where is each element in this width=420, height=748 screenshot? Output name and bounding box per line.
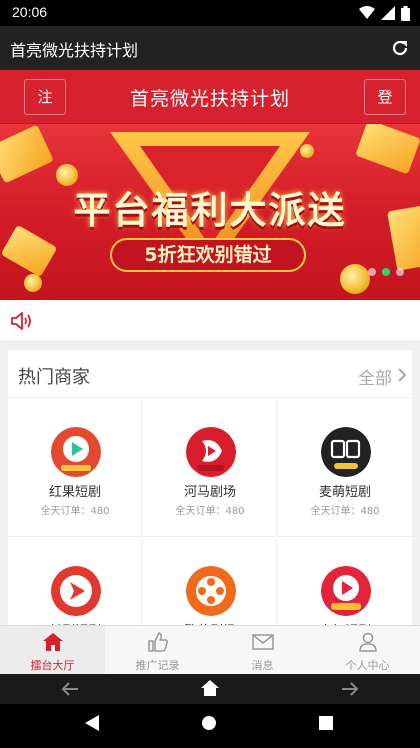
- thumbs-up-icon: [147, 632, 168, 652]
- merchant-name: 河马剧场: [183, 485, 236, 500]
- bottom-tab-bar: 擂台大厅 推广记录 消息 个人中心: [0, 625, 420, 674]
- signal-icon: [381, 6, 395, 20]
- battery-icon: [401, 5, 410, 21]
- play-icon: [51, 427, 101, 477]
- mail-icon: [251, 634, 274, 650]
- free-play-icon: [321, 566, 371, 616]
- banner-coin: [340, 264, 370, 294]
- reload-icon[interactable]: [390, 38, 410, 58]
- person-icon: [358, 632, 377, 652]
- page-title: 首亮微光扶持计划: [129, 88, 290, 110]
- banner-dot[interactable]: [368, 268, 376, 276]
- banner-coin: [24, 274, 42, 292]
- browser-home-icon[interactable]: [200, 679, 220, 697]
- banner-pager: [368, 268, 404, 276]
- merchant-name: 麦萌短剧: [318, 485, 371, 500]
- browser-forward-icon[interactable]: [340, 680, 360, 698]
- hippo-icon: [186, 427, 236, 477]
- status-icons: [359, 4, 410, 22]
- back-icon[interactable]: [84, 714, 100, 732]
- section-title: 热门商家: [18, 367, 90, 388]
- browser-back-icon[interactable]: [60, 680, 80, 698]
- wifi-icon: [359, 6, 375, 19]
- speaker-icon: [11, 312, 31, 330]
- merchant-orders: 全天订单：480: [40, 506, 110, 517]
- status-bar: 20:06: [0, 0, 420, 26]
- tab-label: 擂台大厅: [30, 659, 75, 672]
- browser-bar: 首亮微光扶持计划: [0, 26, 420, 70]
- banner-dot[interactable]: [396, 268, 404, 276]
- notice-bar: [0, 300, 420, 342]
- film-reel-icon: [186, 566, 236, 616]
- banner-dot-active[interactable]: [382, 268, 390, 276]
- recents-icon[interactable]: [319, 716, 333, 730]
- browser-title: 首亮微光扶持计划: [10, 41, 139, 60]
- banner-subline: 5折狂欢别错过: [110, 238, 306, 272]
- tab-promotion-records[interactable]: 推广记录: [105, 626, 210, 674]
- merchant-orders: 全天订单：480: [310, 506, 380, 517]
- merchant-card[interactable]: 红果短剧 全天订单：480: [8, 399, 142, 537]
- login-button[interactable]: 登录: [364, 79, 406, 140]
- view-all-link[interactable]: 全部: [358, 364, 392, 389]
- tab-arena-hall[interactable]: 擂台大厅: [0, 626, 105, 674]
- app-header: 注册 首亮微光扶持计划 登录: [0, 70, 420, 140]
- banner-coin: [300, 144, 314, 158]
- chevron-right-icon[interactable]: [396, 367, 408, 383]
- home-button-icon[interactable]: [201, 715, 217, 731]
- promo-banner[interactable]: 平台福利大派送 5折狂欢别错过: [0, 124, 420, 300]
- hot-merchants-header: 热门商家 全部: [8, 350, 412, 398]
- banner-headline: 平台福利大派送: [73, 189, 347, 232]
- merchant-card[interactable]: 麦萌短剧 全天订单：480: [278, 399, 412, 537]
- tab-profile[interactable]: 个人中心: [315, 626, 420, 674]
- system-nav-bar: [0, 674, 420, 748]
- merchant-name: 红果短剧: [48, 485, 101, 500]
- banner-bill: [355, 124, 420, 175]
- browser-nav-row: [0, 674, 420, 704]
- tab-label: 个人中心: [345, 659, 390, 672]
- tab-label: 消息: [251, 659, 274, 672]
- banner-bill: [0, 124, 54, 184]
- duanju-icon: [321, 427, 371, 477]
- merchant-orders: 全天订单：480: [175, 506, 245, 517]
- merchant-card[interactable]: 河马剧场 全天订单：480: [143, 399, 277, 537]
- tab-messages[interactable]: 消息: [210, 626, 315, 674]
- tab-label: 推广记录: [135, 659, 180, 672]
- status-time: 20:06: [12, 4, 48, 20]
- home-icon: [42, 633, 63, 651]
- app-frame: 注册 首亮微光扶持计划 登录 平台福利大派送 5折狂欢别错过 热门商家: [0, 70, 420, 674]
- play-arrow-icon: [51, 566, 101, 616]
